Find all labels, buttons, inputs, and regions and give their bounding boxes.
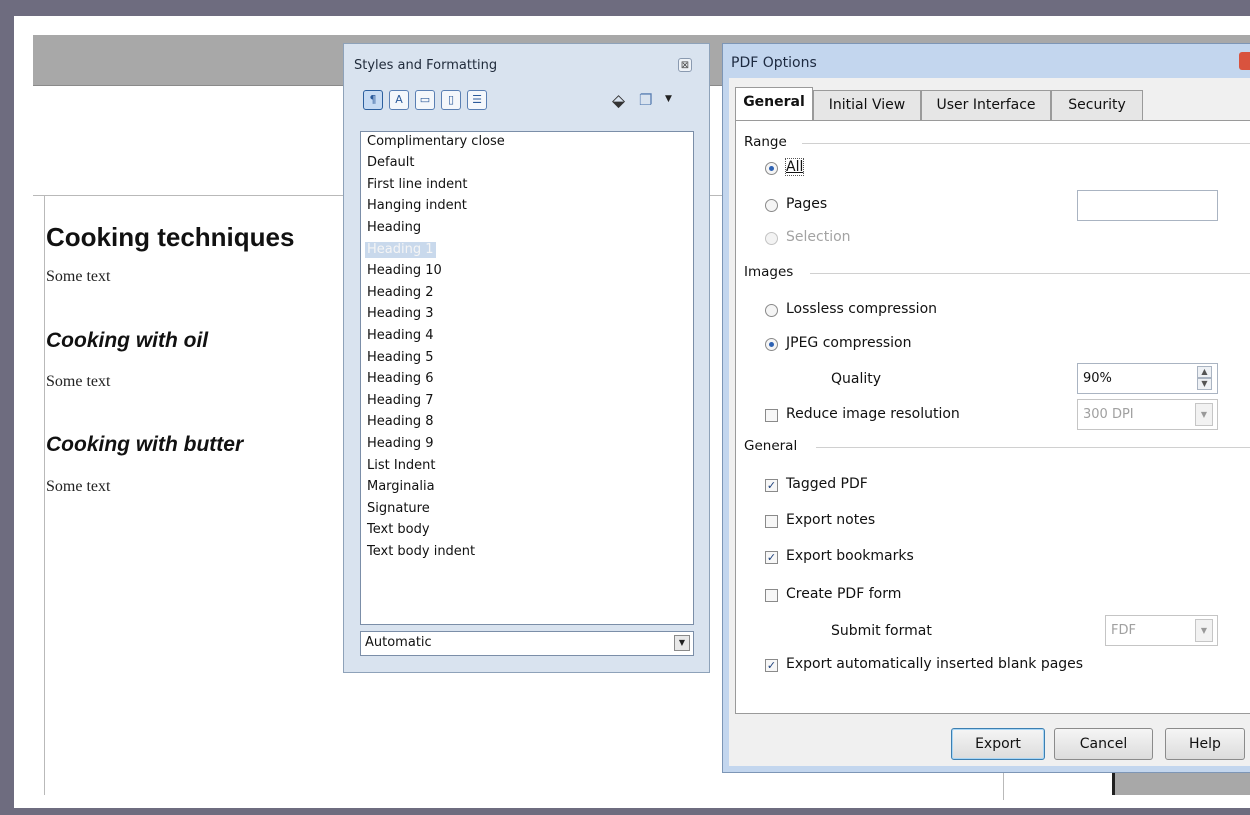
frame-styles-icon[interactable]: ▭ bbox=[415, 90, 435, 110]
cancel-button[interactable]: Cancel bbox=[1054, 728, 1153, 760]
page-border bbox=[44, 195, 45, 795]
style-filter-value: Automatic bbox=[365, 635, 432, 650]
reduce-resolution-checkbox[interactable] bbox=[765, 409, 778, 422]
chevron-down-icon[interactable]: ▼ bbox=[1195, 403, 1213, 426]
tab-panel-general: Range All Pages Selection Images Lossles… bbox=[735, 120, 1250, 714]
export-notes-label[interactable]: Export notes bbox=[786, 512, 875, 528]
images-group-label: Images bbox=[744, 264, 800, 280]
quality-label: Quality bbox=[831, 371, 882, 387]
list-item[interactable]: First line indent bbox=[365, 177, 470, 193]
style-filter-select[interactable]: Automatic ▼ bbox=[360, 631, 694, 656]
list-item[interactable]: List Indent bbox=[365, 458, 438, 474]
group-divider bbox=[816, 447, 1250, 448]
close-icon[interactable]: ✕ bbox=[1239, 52, 1250, 70]
list-item[interactable]: Signature bbox=[365, 501, 432, 517]
spin-up-icon[interactable]: ▲ bbox=[1197, 366, 1212, 378]
reduce-resolution-label[interactable]: Reduce image resolution bbox=[786, 406, 960, 422]
list-item[interactable]: Heading 10 bbox=[365, 263, 444, 279]
range-all-text: All bbox=[786, 159, 804, 175]
list-styles-icon[interactable]: ☰ bbox=[467, 90, 487, 110]
export-notes-checkbox[interactable] bbox=[765, 515, 778, 528]
range-pages-radio[interactable] bbox=[765, 199, 778, 212]
document-heading-1[interactable]: Cooking techniques bbox=[46, 222, 294, 253]
list-item[interactable]: Default bbox=[365, 155, 417, 171]
export-bookmarks-checkbox[interactable]: ✓ bbox=[765, 551, 778, 564]
group-divider bbox=[810, 273, 1250, 274]
list-item[interactable]: Heading 7 bbox=[365, 393, 436, 409]
list-item[interactable]: Text body bbox=[365, 522, 432, 538]
fill-format-mode-icon[interactable]: ⬙ bbox=[612, 91, 625, 111]
document-paragraph[interactable]: Some text bbox=[46, 478, 110, 496]
new-style-icon[interactable]: ❐ bbox=[639, 91, 652, 109]
document-heading-2[interactable]: Cooking with oil bbox=[46, 329, 208, 353]
tab-general[interactable]: General bbox=[735, 87, 813, 121]
submit-format-label: Submit format bbox=[831, 623, 932, 639]
list-item[interactable]: Heading 6 bbox=[365, 371, 436, 387]
chevron-down-icon[interactable]: ▼ bbox=[665, 94, 672, 104]
group-divider bbox=[802, 143, 1250, 144]
list-item-selected[interactable]: Heading 1 bbox=[365, 242, 436, 258]
pdf-options-dialog: PDF Options ✕ General Initial View User … bbox=[722, 43, 1250, 773]
list-item[interactable]: Heading bbox=[365, 220, 423, 236]
tab-initial-view[interactable]: Initial View bbox=[813, 90, 921, 120]
range-selection-radio[interactable] bbox=[765, 232, 778, 245]
styles-formatting-panel: Styles and Formatting ⊠ ¶ A ▭ ▯ ☰ ⬙ ❐ ▼ … bbox=[343, 43, 710, 673]
create-pdf-form-checkbox[interactable] bbox=[765, 589, 778, 602]
tagged-pdf-checkbox[interactable]: ✓ bbox=[765, 479, 778, 492]
jpeg-compression-radio[interactable] bbox=[765, 338, 778, 351]
tab-security[interactable]: Security bbox=[1051, 90, 1143, 120]
export-bookmarks-label[interactable]: Export bookmarks bbox=[786, 548, 914, 564]
tab-user-interface[interactable]: User Interface bbox=[921, 90, 1051, 120]
blank-pages-label[interactable]: Export automatically inserted blank page… bbox=[786, 656, 1083, 672]
lossless-compression-radio[interactable] bbox=[765, 304, 778, 317]
document-paragraph[interactable]: Some text bbox=[46, 373, 110, 391]
help-button[interactable]: Help bbox=[1165, 728, 1245, 760]
list-item[interactable]: Text body indent bbox=[365, 544, 477, 560]
paragraph-styles-icon[interactable]: ¶ bbox=[363, 90, 383, 110]
general-group-label: General bbox=[744, 438, 804, 454]
chevron-down-icon[interactable]: ▼ bbox=[674, 635, 690, 651]
page-styles-icon[interactable]: ▯ bbox=[441, 90, 461, 110]
list-item[interactable]: Heading 8 bbox=[365, 414, 436, 430]
range-all-radio[interactable] bbox=[765, 162, 778, 175]
export-button[interactable]: Export bbox=[951, 728, 1045, 760]
character-styles-icon[interactable]: A bbox=[389, 90, 409, 110]
close-icon[interactable]: ⊠ bbox=[678, 58, 692, 72]
chevron-down-icon[interactable]: ▼ bbox=[1195, 619, 1213, 642]
styles-list[interactable]: Complimentary close Default First line i… bbox=[360, 131, 694, 625]
list-item[interactable]: Complimentary close bbox=[365, 134, 507, 150]
panel-title: Styles and Formatting bbox=[354, 58, 498, 73]
list-item[interactable]: Hanging indent bbox=[365, 198, 469, 214]
document-heading-2[interactable]: Cooking with butter bbox=[46, 433, 243, 457]
range-selection-label[interactable]: Selection bbox=[786, 229, 851, 245]
list-item[interactable]: Heading 5 bbox=[365, 350, 436, 366]
document-paragraph[interactable]: Some text bbox=[46, 268, 110, 286]
range-all-label[interactable]: All bbox=[784, 158, 805, 176]
create-pdf-form-label[interactable]: Create PDF form bbox=[786, 586, 901, 602]
spin-down-icon[interactable]: ▼ bbox=[1197, 378, 1212, 390]
list-item[interactable]: Heading 4 bbox=[365, 328, 436, 344]
list-item[interactable]: Heading 3 bbox=[365, 306, 436, 322]
list-item[interactable]: Heading 2 bbox=[365, 285, 436, 301]
tagged-pdf-label[interactable]: Tagged PDF bbox=[786, 476, 868, 492]
range-pages-label[interactable]: Pages bbox=[786, 196, 827, 212]
list-item[interactable]: Heading 9 bbox=[365, 436, 436, 452]
pages-input[interactable] bbox=[1077, 190, 1218, 221]
list-item[interactable]: Marginalia bbox=[365, 479, 437, 495]
blank-pages-checkbox[interactable]: ✓ bbox=[765, 659, 778, 672]
lossless-compression-label[interactable]: Lossless compression bbox=[786, 301, 937, 317]
jpeg-compression-label[interactable]: JPEG compression bbox=[786, 335, 911, 351]
dialog-title: PDF Options bbox=[731, 55, 817, 71]
range-group-label: Range bbox=[744, 134, 793, 150]
